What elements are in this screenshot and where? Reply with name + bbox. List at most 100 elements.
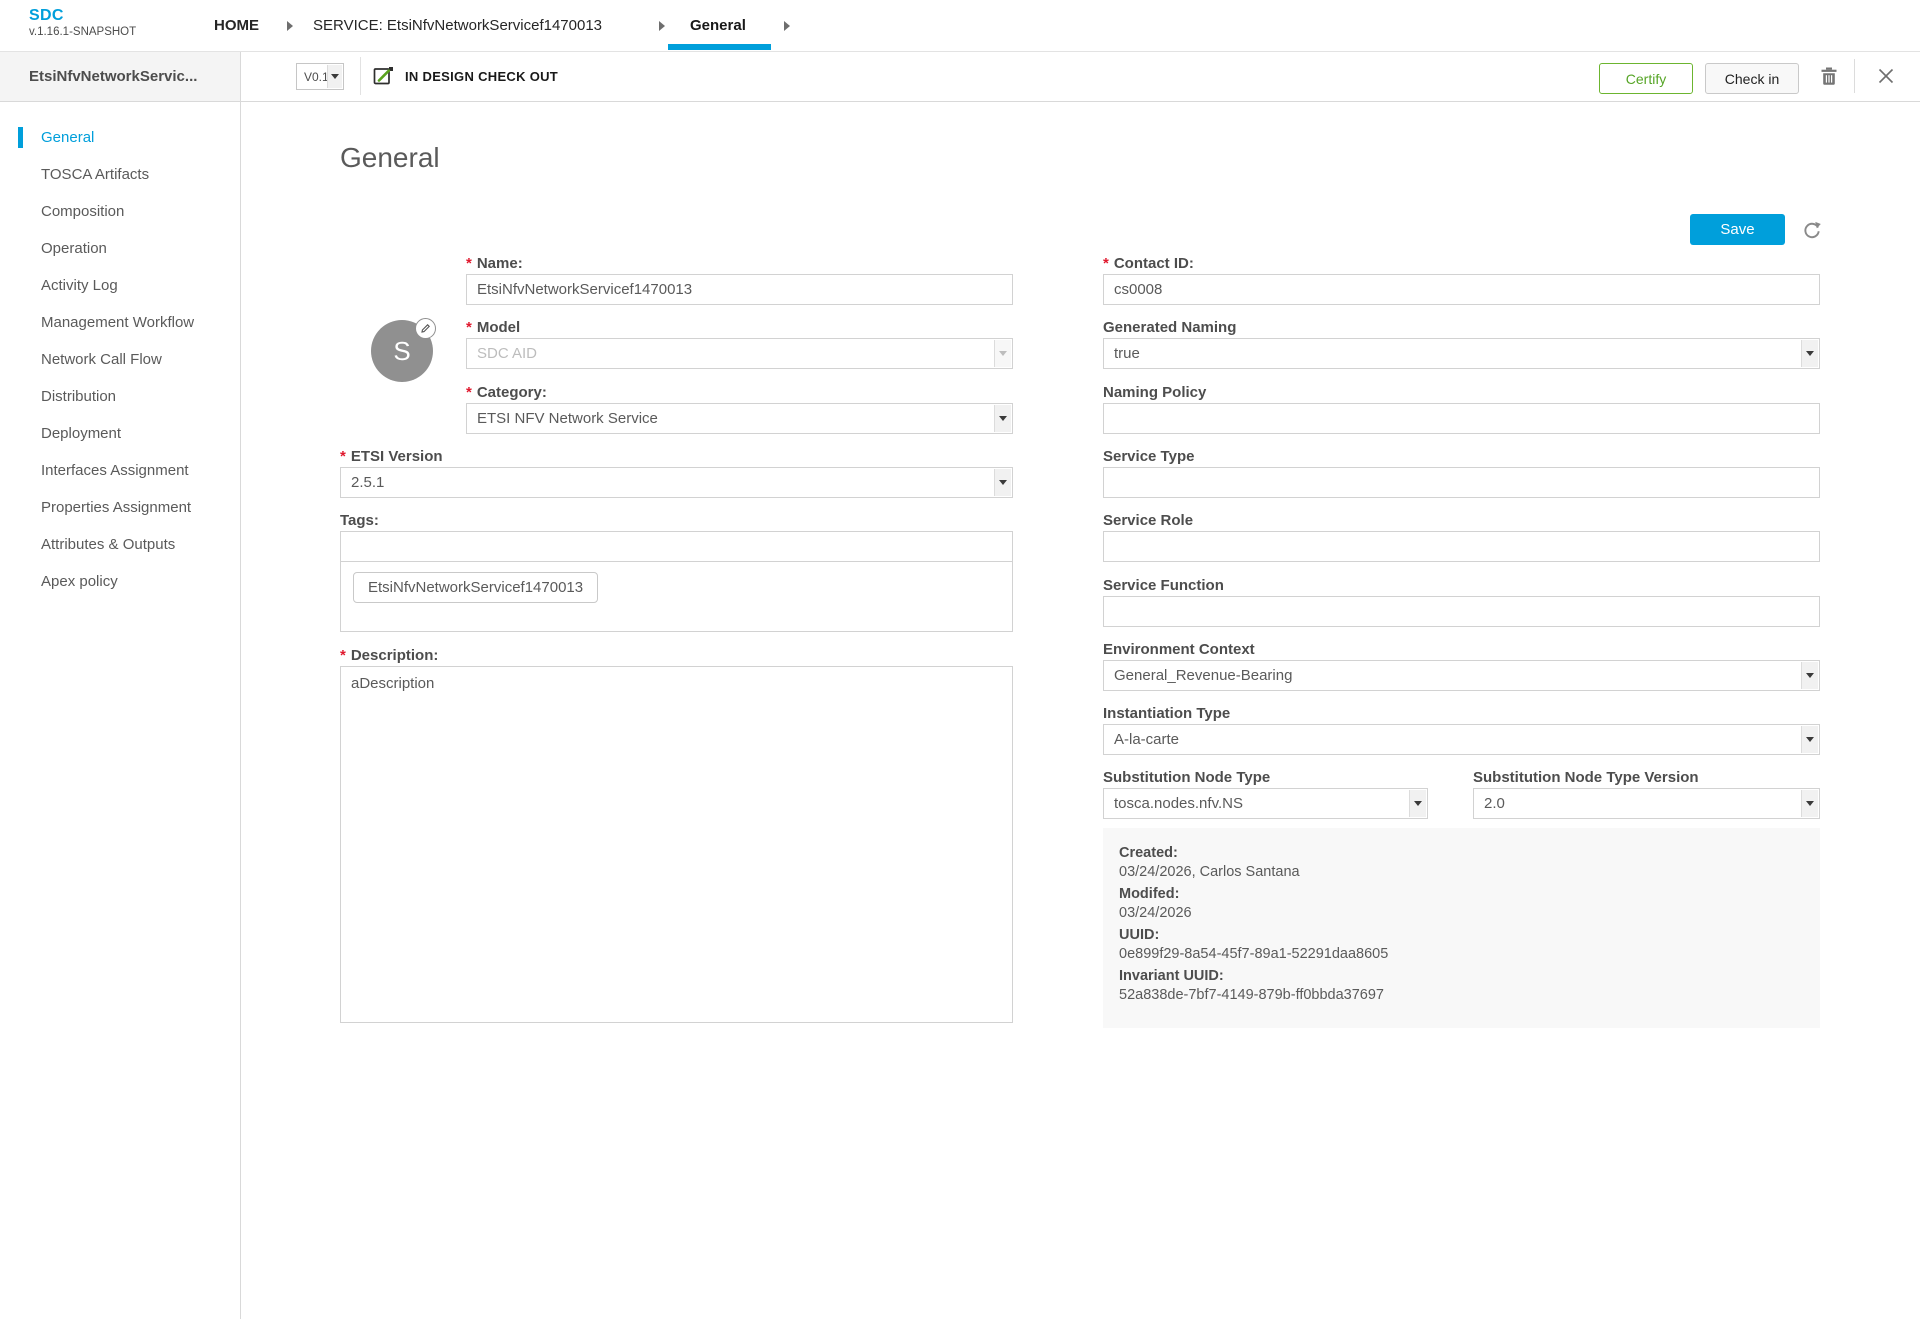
edit-avatar-icon[interactable]	[415, 318, 436, 339]
invariant-uuid-value: 52a838de-7bf7-4149-879b-ff0bbda37697	[1119, 987, 1385, 1003]
certify-button[interactable]: Certify	[1599, 63, 1693, 94]
close-icon[interactable]	[1878, 68, 1894, 84]
version-select-value: V0.1	[304, 69, 329, 84]
generated-naming-select[interactable]: true	[1103, 338, 1820, 369]
dropdown-arrow-icon	[994, 405, 1011, 432]
invariant-uuid-label: Invariant UUID:	[1119, 968, 1224, 984]
breadcrumb-service[interactable]: SERVICE: EtsiNfvNetworkServicef1470013	[313, 0, 602, 51]
substitution-node-type-select[interactable]: tosca.nodes.nfv.NS	[1103, 788, 1428, 819]
service-function-input[interactable]	[1103, 596, 1820, 627]
sidebar-item-general[interactable]: General	[0, 119, 240, 156]
environment-context-field: Environment Context General_Revenue-Bear…	[1103, 641, 1820, 691]
generated-naming-label: Generated Naming	[1103, 319, 1237, 336]
breadcrumb-caret-icon	[784, 21, 790, 31]
generated-naming-field: Generated Naming true	[1103, 319, 1820, 369]
breadcrumb-home[interactable]: HOME	[214, 0, 259, 51]
sidebar-item-tosca-artifacts[interactable]: TOSCA Artifacts	[0, 156, 240, 193]
sidebar-item-management-workflow[interactable]: Management Workflow	[0, 304, 240, 341]
model-field: * Model SDC AID	[466, 319, 1013, 369]
app-logo-text: SDC	[29, 7, 64, 24]
app-logo[interactable]: SDC v.1.16.1-SNAPSHOT	[29, 7, 136, 38]
modified-label: Modifed:	[1119, 886, 1180, 902]
metadata-panel: Created: 03/24/2026, Carlos Santana Modi…	[1103, 828, 1820, 1028]
contact-id-field: * Contact ID:	[1103, 255, 1820, 305]
substitution-node-type-version-select[interactable]: 2.0	[1473, 788, 1820, 819]
delete-icon[interactable]	[1818, 65, 1840, 87]
service-type-input[interactable]	[1103, 467, 1820, 498]
save-button[interactable]: Save	[1690, 214, 1785, 245]
instantiation-type-field: Instantiation Type A-la-carte	[1103, 705, 1820, 755]
naming-policy-label: Naming Policy	[1103, 384, 1207, 401]
required-marker: *	[340, 647, 346, 664]
check-in-button[interactable]: Check in	[1705, 63, 1799, 94]
active-indicator	[18, 127, 23, 148]
contact-id-label: * Contact ID:	[1103, 255, 1194, 272]
dropdown-arrow-icon	[327, 65, 342, 88]
model-select[interactable]: SDC AID	[466, 338, 1013, 369]
lifecycle-status: IN DESIGN CHECK OUT	[372, 51, 558, 101]
sidebar-item-network-call-flow[interactable]: Network Call Flow	[0, 341, 240, 378]
etsi-version-label: * ETSI Version	[340, 448, 443, 465]
sidebar-item-distribution[interactable]: Distribution	[0, 378, 240, 415]
tag-chip[interactable]: EtsiNfvNetworkServicef1470013	[353, 572, 599, 603]
substitution-node-type-version-label: Substitution Node Type Version	[1473, 769, 1699, 786]
substitution-node-type-label: Substitution Node Type	[1103, 769, 1271, 786]
instantiation-type-label: Instantiation Type	[1103, 705, 1231, 722]
dropdown-arrow-icon	[1409, 790, 1426, 817]
service-role-field: Service Role	[1103, 512, 1820, 562]
required-marker: *	[466, 319, 472, 336]
description-textarea[interactable]: aDescription	[340, 666, 1013, 1023]
created-value: 03/24/2026, Carlos Santana	[1119, 864, 1300, 880]
version-select[interactable]: V0.1	[296, 63, 344, 90]
name-input[interactable]	[466, 274, 1013, 305]
substitution-node-type-field: Substitution Node Type tosca.nodes.nfv.N…	[1103, 769, 1428, 819]
required-marker: *	[466, 384, 472, 401]
sidebar-item-composition[interactable]: Composition	[0, 193, 240, 230]
category-label: * Category:	[466, 384, 547, 401]
revert-icon[interactable]	[1801, 219, 1823, 241]
service-toolbar: EtsiNfvNetworkServic... V0.1 IN DESIGN C…	[0, 51, 1920, 102]
dropdown-arrow-icon	[994, 340, 1011, 367]
contact-id-input[interactable]	[1103, 274, 1820, 305]
sidebar-item-interfaces-assignment[interactable]: Interfaces Assignment	[0, 452, 240, 489]
naming-policy-field: Naming Policy	[1103, 384, 1820, 434]
tags-field: Tags: EtsiNfvNetworkServicef1470013	[340, 512, 1013, 632]
service-function-field: Service Function	[1103, 577, 1820, 627]
lifecycle-status-text: IN DESIGN CHECK OUT	[405, 68, 559, 84]
service-type-label: Service Type	[1103, 448, 1195, 465]
service-role-input[interactable]	[1103, 531, 1820, 562]
sidebar-item-attributes-outputs[interactable]: Attributes & Outputs	[0, 526, 240, 563]
service-type-field: Service Type	[1103, 448, 1820, 498]
uuid-value: 0e899f29-8a54-45f7-89a1-52291daa8605	[1119, 946, 1389, 962]
sidebar-item-apex-policy[interactable]: Apex policy	[0, 563, 240, 600]
toolbar-divider	[1854, 59, 1855, 93]
sidebar-item-operation[interactable]: Operation	[0, 230, 240, 267]
app-version: v.1.16.1-SNAPSHOT	[29, 25, 137, 38]
category-field: * Category: ETSI NFV Network Service	[466, 384, 1013, 434]
dropdown-arrow-icon	[1801, 790, 1818, 817]
sidebar-item-deployment[interactable]: Deployment	[0, 415, 240, 452]
uuid-label: UUID:	[1119, 927, 1160, 943]
required-marker: *	[340, 448, 346, 465]
name-field: * Name:	[466, 255, 1013, 305]
environment-context-select[interactable]: General_Revenue-Bearing	[1103, 660, 1820, 691]
tags-chip-area: EtsiNfvNetworkServicef1470013	[340, 562, 1013, 632]
toolbar-divider	[360, 57, 361, 95]
instantiation-type-select[interactable]: A-la-carte	[1103, 724, 1820, 755]
avatar-letter: S	[393, 335, 411, 366]
tags-input[interactable]	[340, 531, 1013, 562]
naming-policy-input[interactable]	[1103, 403, 1820, 434]
left-nav: General TOSCA Artifacts Composition Oper…	[0, 101, 241, 1319]
name-label: * Name:	[466, 255, 523, 272]
category-select[interactable]: ETSI NFV Network Service	[466, 403, 1013, 434]
service-role-label: Service Role	[1103, 512, 1194, 529]
service-function-label: Service Function	[1103, 577, 1224, 594]
active-tab-underline	[668, 44, 771, 50]
checkout-status-icon	[373, 67, 393, 85]
sidebar-item-activity-log[interactable]: Activity Log	[0, 267, 240, 304]
sidebar-item-properties-assignment[interactable]: Properties Assignment	[0, 489, 240, 526]
etsi-version-select[interactable]: 2.5.1	[340, 467, 1013, 498]
dropdown-arrow-icon	[1801, 726, 1818, 753]
dropdown-arrow-icon	[994, 469, 1011, 496]
required-marker: *	[466, 255, 472, 272]
